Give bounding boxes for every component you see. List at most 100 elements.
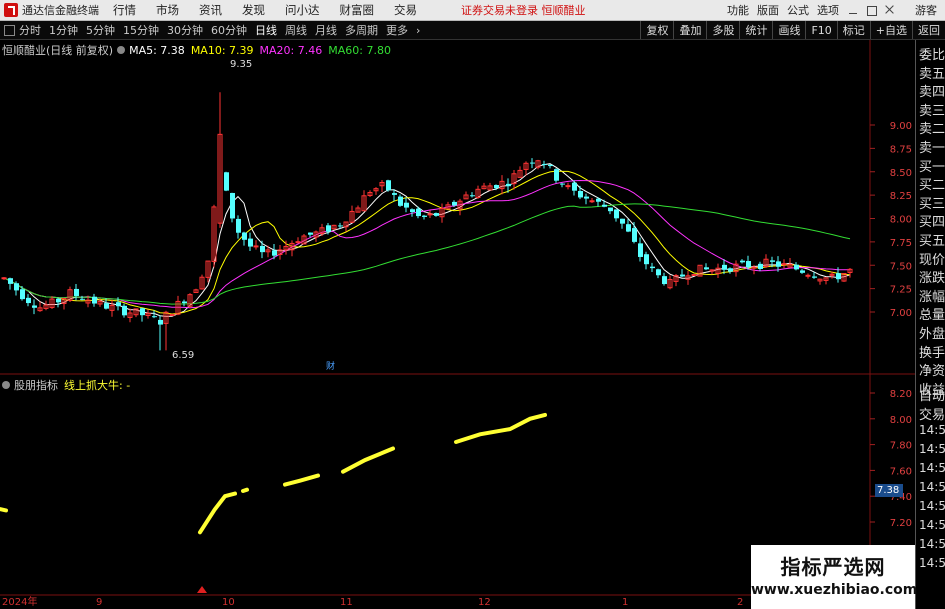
indicator-tick-label: 8.20 — [890, 389, 912, 400]
quote-field-label: 外盘 — [919, 327, 945, 342]
trade-time-label: 14:56 — [919, 556, 945, 570]
candle-body — [722, 264, 727, 270]
candle-body — [253, 245, 259, 248]
menu-item-ask[interactable]: 问小达 — [285, 2, 320, 18]
overlay-button[interactable]: 叠加 — [673, 21, 706, 39]
candle-body — [169, 313, 175, 316]
candle-body — [116, 302, 121, 307]
menu-item-market-center[interactable]: 市场 — [156, 2, 179, 18]
period-15min[interactable]: 15分钟 — [123, 22, 159, 38]
auto-trade-label[interactable]: 自动 — [919, 385, 945, 404]
indicator-line-segment — [341, 446, 395, 474]
candle-body — [404, 202, 409, 208]
period-intraday[interactable]: 分时 — [19, 22, 41, 38]
draw-line-button[interactable]: 画线 — [772, 21, 805, 39]
chevron-right-icon[interactable]: › — [416, 24, 420, 37]
quote-side-panel: 委比 卖五 卖四 卖三 卖二 卖一 买一 买二 买三 买四 买五 现价 涨跌 涨幅 总量 外盘 换手 净资 收益 自动… — [915, 40, 945, 609]
candle-body — [152, 316, 157, 318]
quote-field-label: 卖一 — [919, 141, 945, 156]
candle-body — [260, 245, 265, 253]
ma-line — [3, 170, 851, 315]
candle-body — [608, 207, 613, 212]
add-watchlist-button[interactable]: +自选 — [869, 21, 912, 39]
period-more[interactable]: 更多 — [386, 22, 408, 38]
menu-item-trade[interactable]: 交易 — [394, 2, 417, 18]
settings-circle-icon[interactable] — [117, 46, 126, 54]
period-weekly[interactable]: 周线 — [285, 22, 307, 38]
ma60-label: MA60: 7.80 — [328, 43, 391, 57]
quote-field-label: 换手 — [919, 345, 945, 361]
trade-time-label: 14:56 — [919, 461, 945, 475]
candle-body — [781, 263, 787, 266]
period-multi[interactable]: 多周期 — [345, 22, 378, 38]
menu-item-news[interactable]: 资讯 — [199, 2, 222, 18]
candle-body — [434, 213, 439, 216]
candle-body — [182, 301, 187, 304]
maximize-icon[interactable] — [865, 4, 877, 16]
candle-body — [92, 296, 97, 304]
candle-body — [691, 274, 697, 277]
quote-field-label: 涨跌 — [919, 271, 945, 287]
candle-body — [589, 200, 595, 203]
menu-item-discover[interactable]: 发现 — [242, 2, 265, 18]
candle-body — [794, 264, 799, 270]
menu-item-market[interactable]: 行情 — [113, 2, 136, 18]
auto-trade-label[interactable]: 交易 — [919, 404, 945, 423]
f10-button[interactable]: F10 — [805, 21, 836, 39]
trade-time-label: 14:56 — [919, 537, 945, 551]
candle-body — [746, 261, 751, 268]
back-button[interactable]: 返回 — [912, 21, 945, 39]
period-30min[interactable]: 30分钟 — [167, 22, 203, 38]
candle-body — [494, 185, 499, 189]
candle-body — [398, 196, 403, 206]
statistics-button[interactable]: 统计 — [739, 21, 772, 39]
finance-mark[interactable]: 财 — [326, 359, 335, 372]
candle-body — [56, 298, 61, 303]
period-monthly[interactable]: 月线 — [315, 22, 337, 38]
ma-line — [3, 203, 851, 305]
period-daily[interactable]: 日线 — [255, 22, 277, 38]
kline-chart[interactable]: 9.00 8.75 8.50 8.25 8.00 7.75 7.50 7.25 7.00 8.2… — [0, 40, 915, 609]
ma10-label: MA10: 7.39 — [190, 43, 254, 57]
login-warning[interactable]: 证券交易未登录 恒顺醋业 — [461, 2, 586, 18]
candle-body — [578, 190, 583, 198]
quote-field-label: 卖四 — [919, 85, 945, 101]
menu-item-wealth[interactable]: 财富圈 — [340, 2, 375, 18]
menu-layout[interactable]: 版面 — [757, 2, 779, 18]
candle-body — [32, 305, 37, 308]
multi-stock-button[interactable]: 多股 — [706, 21, 739, 39]
menu-function[interactable]: 功能 — [727, 2, 749, 18]
price-tick-label: 9.00 — [890, 121, 912, 132]
minimize-icon[interactable] — [847, 4, 859, 16]
period-60min[interactable]: 60分钟 — [211, 22, 247, 38]
period-5min[interactable]: 5分钟 — [86, 22, 115, 38]
quote-field-label: 买三 — [919, 196, 945, 212]
watermark: 指标严选网 www.xuezhibiao.com — [751, 545, 917, 609]
stock-title: 恒顺醋业(日线 前复权) — [2, 44, 114, 57]
candle-body — [758, 263, 763, 269]
indicator-settings-icon[interactable] — [2, 381, 10, 389]
menu-formula[interactable]: 公式 — [787, 2, 809, 18]
price-tick-label: 7.50 — [890, 261, 912, 272]
guest-user[interactable]: 游客 — [915, 2, 937, 18]
panel-toggle-icon[interactable] — [4, 24, 15, 36]
period-1min[interactable]: 1分钟 — [49, 22, 78, 38]
close-icon[interactable] — [883, 4, 895, 16]
x-label-jan: 1 — [622, 597, 629, 608]
trade-time-label: 14:56 — [919, 480, 945, 494]
candle-body — [620, 218, 625, 224]
candle-body — [626, 224, 631, 232]
candle-body — [158, 319, 163, 325]
candle-body — [644, 254, 649, 265]
app-title: 通达信金融终端 — [22, 4, 99, 17]
quote-field-label: 涨幅 — [919, 289, 945, 305]
mark-button[interactable]: 标记 — [836, 21, 870, 39]
candle-body — [728, 268, 733, 272]
x-label-feb: 2 — [737, 597, 744, 608]
adjust-button[interactable]: 复权 — [640, 21, 673, 39]
candle-body — [596, 198, 601, 202]
quote-field-label: 卖五 — [919, 66, 945, 82]
menu-options[interactable]: 选项 — [817, 2, 839, 18]
menu-bar: 通达信金融终端 行情 市场 资讯 发现 问小达 财富圈 交易 证券交易未登录 恒… — [0, 0, 945, 21]
quote-field-label: 买一 — [919, 159, 945, 175]
